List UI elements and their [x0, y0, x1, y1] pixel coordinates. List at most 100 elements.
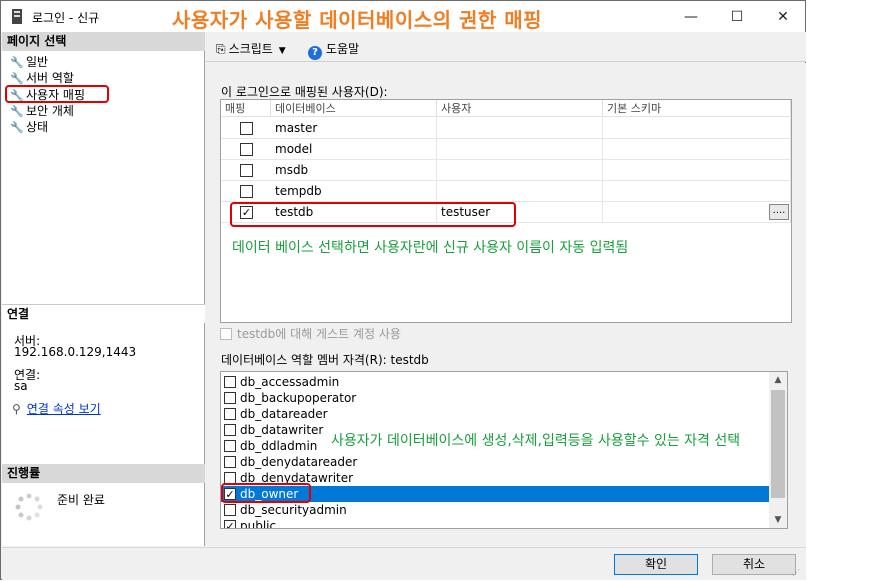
schema-cell[interactable] — [603, 139, 791, 160]
ok-button[interactable]: 확인 — [614, 554, 698, 575]
overlay-title: 사용자가 사용할 데이터베이스의 권한 매핑 — [172, 8, 543, 32]
schema-cell[interactable] — [603, 202, 791, 223]
role-label: db_securityadmin — [240, 503, 347, 517]
role-label: db_backupoperator — [240, 391, 357, 405]
chevron-down-icon: ▼ — [278, 46, 286, 56]
role-membership-list: db_accessadmin db_backupoperator db_data… — [220, 371, 788, 529]
role-checkbox[interactable] — [224, 456, 236, 468]
database-cell: master — [271, 118, 437, 139]
list-item[interactable]: db_securityadmin — [221, 502, 769, 518]
role-checkbox[interactable] — [224, 376, 236, 388]
user-mapping-highlight — [5, 85, 109, 103]
progress-spinner-icon — [15, 493, 43, 521]
scroll-up-icon[interactable]: ▲ — [769, 372, 787, 388]
sidebar-item-server-roles[interactable]: 🔧 서버 역할 — [10, 70, 74, 86]
mapping-annotation: 데이터 베이스 선택하면 사용자란에 신규 사용자 이름이 자동 입력됨 — [232, 240, 629, 256]
user-cell[interactable] — [437, 118, 603, 139]
sidebar-item-label: 일반 — [26, 55, 49, 69]
toolbar: ⎘ 스크립트 ▼ ? 도움말 — [206, 32, 806, 62]
user-cell[interactable] — [437, 181, 603, 202]
map-checkbox[interactable] — [240, 185, 253, 198]
script-button[interactable]: ⎘ 스크립트 ▼ — [216, 40, 286, 57]
dialog-button-bar: 확인 취소 ⋰ — [2, 547, 806, 580]
server-value: 192.168.0.129,1443 — [14, 345, 137, 359]
sidebar-item-securables[interactable]: 🔧 보안 개체 — [10, 103, 74, 119]
table-row[interactable]: model — [221, 139, 791, 160]
scrollbar-thumb[interactable] — [771, 390, 785, 498]
guest-account-label: testdb에 대해 게스트 계정 사용 — [237, 327, 401, 341]
connection-properties-link[interactable]: ⚲ 연결 속성 보기 — [12, 400, 101, 417]
wrench-icon: 🔧 — [10, 56, 24, 69]
window-title: 로그인 - 신규 — [32, 11, 100, 25]
user-cell[interactable] — [437, 160, 603, 181]
minimize-button[interactable]: — — [669, 5, 713, 29]
database-cell: model — [271, 139, 437, 160]
script-icon: ⎘ — [216, 42, 226, 56]
role-checkbox[interactable] — [224, 504, 236, 516]
schema-cell[interactable] — [603, 160, 791, 181]
schema-browse-button[interactable]: .... — [769, 204, 789, 220]
sidebar-item-status[interactable]: 🔧 상태 — [10, 119, 48, 135]
list-item[interactable]: db_backupoperator — [221, 390, 769, 406]
scroll-down-icon[interactable]: ▼ — [769, 512, 787, 528]
db-owner-highlight — [221, 483, 311, 503]
role-label: db_datawriter — [240, 423, 324, 437]
sidebar-item-general[interactable]: 🔧 일반 — [10, 54, 48, 70]
table-row[interactable]: master — [221, 118, 791, 139]
role-checkbox[interactable]: ✓ — [224, 520, 236, 528]
role-checkbox[interactable] — [224, 392, 236, 404]
connection-props-icon: ⚲ — [12, 402, 21, 416]
role-list-scrollbar[interactable]: ▲ ▼ — [769, 372, 787, 528]
script-label: 스크립트 — [228, 42, 273, 56]
map-checkbox[interactable] — [240, 122, 253, 135]
role-label: db_ddladmin — [240, 439, 318, 453]
roles-section-label: 데이터베이스 역할 멤버 자격(R): testdb — [221, 353, 429, 367]
list-item[interactable]: ✓ public — [221, 518, 769, 529]
table-row[interactable]: tempdb — [221, 181, 791, 202]
role-label: db_denydatareader — [240, 455, 358, 469]
guest-account-checkbox[interactable] — [220, 328, 232, 340]
guest-account-option: testdb에 대해 게스트 계정 사용 — [220, 325, 401, 342]
table-row[interactable]: msdb — [221, 160, 791, 181]
role-checkbox[interactable] — [224, 408, 236, 420]
role-checkbox[interactable] — [224, 424, 236, 436]
connection-value: sa — [14, 379, 28, 393]
role-label: public — [240, 519, 277, 529]
list-item[interactable]: db_accessadmin — [221, 374, 769, 390]
main-panel: 이 로그인으로 매핑된 사용자(D): 매핑 데이터베이스 사용자 기본 스키마… — [206, 63, 806, 547]
login-dialog-window: 로그인 - 신규 — ☐ ✕ 페이지 선택 🔧 일반 🔧 서버 역할 🔧 사용자 매핑… — [0, 0, 806, 580]
connection-props-label: 연결 속성 보기 — [26, 402, 101, 416]
map-checkbox[interactable] — [240, 143, 253, 156]
database-cell: msdb — [271, 160, 437, 181]
schema-cell[interactable] — [603, 118, 791, 139]
sidebar-item-label: 보안 개체 — [26, 104, 74, 118]
cancel-button[interactable]: 취소 — [712, 554, 796, 575]
schema-cell[interactable] — [603, 181, 791, 202]
wrench-icon: 🔧 — [10, 105, 24, 118]
testdb-row-highlight — [230, 202, 516, 227]
column-header-schema[interactable]: 기본 스키마 — [603, 100, 791, 117]
list-item[interactable]: db_datareader — [221, 406, 769, 422]
database-cell: tempdb — [271, 181, 437, 202]
progress-status: 준비 완료 — [57, 493, 105, 507]
help-button[interactable]: ? 도움말 — [308, 40, 359, 60]
role-label: db_datareader — [240, 407, 328, 421]
roles-annotation: 사용자가 데이터베이스에 생성,삭제,입력등을 사용할수 있는 자격 선택 — [331, 433, 741, 449]
column-header-map[interactable]: 매핑 — [221, 100, 271, 117]
map-checkbox[interactable] — [240, 164, 253, 177]
user-mapping-grid: 매핑 데이터베이스 사용자 기본 스키마 master model msdb t… — [220, 99, 792, 323]
maximize-button[interactable]: ☐ — [715, 5, 759, 29]
role-checkbox[interactable] — [224, 440, 236, 452]
column-header-database[interactable]: 데이터베이스 — [271, 100, 437, 117]
mapping-section-label: 이 로그인으로 매핑된 사용자(D): — [221, 85, 388, 99]
progress-header: 진행률 — [2, 464, 205, 483]
help-label: 도움말 — [326, 42, 360, 56]
sidebar-item-label: 상태 — [26, 120, 49, 134]
column-header-user[interactable]: 사용자 — [437, 100, 603, 117]
server-icon — [12, 9, 22, 24]
resize-grip-icon[interactable]: ⋰ — [792, 568, 800, 577]
left-pane: 페이지 선택 🔧 일반 🔧 서버 역할 🔧 사용자 매핑 🔧 보안 개체 🔧 상태 연결 … — [2, 32, 205, 546]
close-button[interactable]: ✕ — [761, 5, 805, 29]
list-item[interactable]: db_denydatareader — [221, 454, 769, 470]
user-cell[interactable] — [437, 139, 603, 160]
